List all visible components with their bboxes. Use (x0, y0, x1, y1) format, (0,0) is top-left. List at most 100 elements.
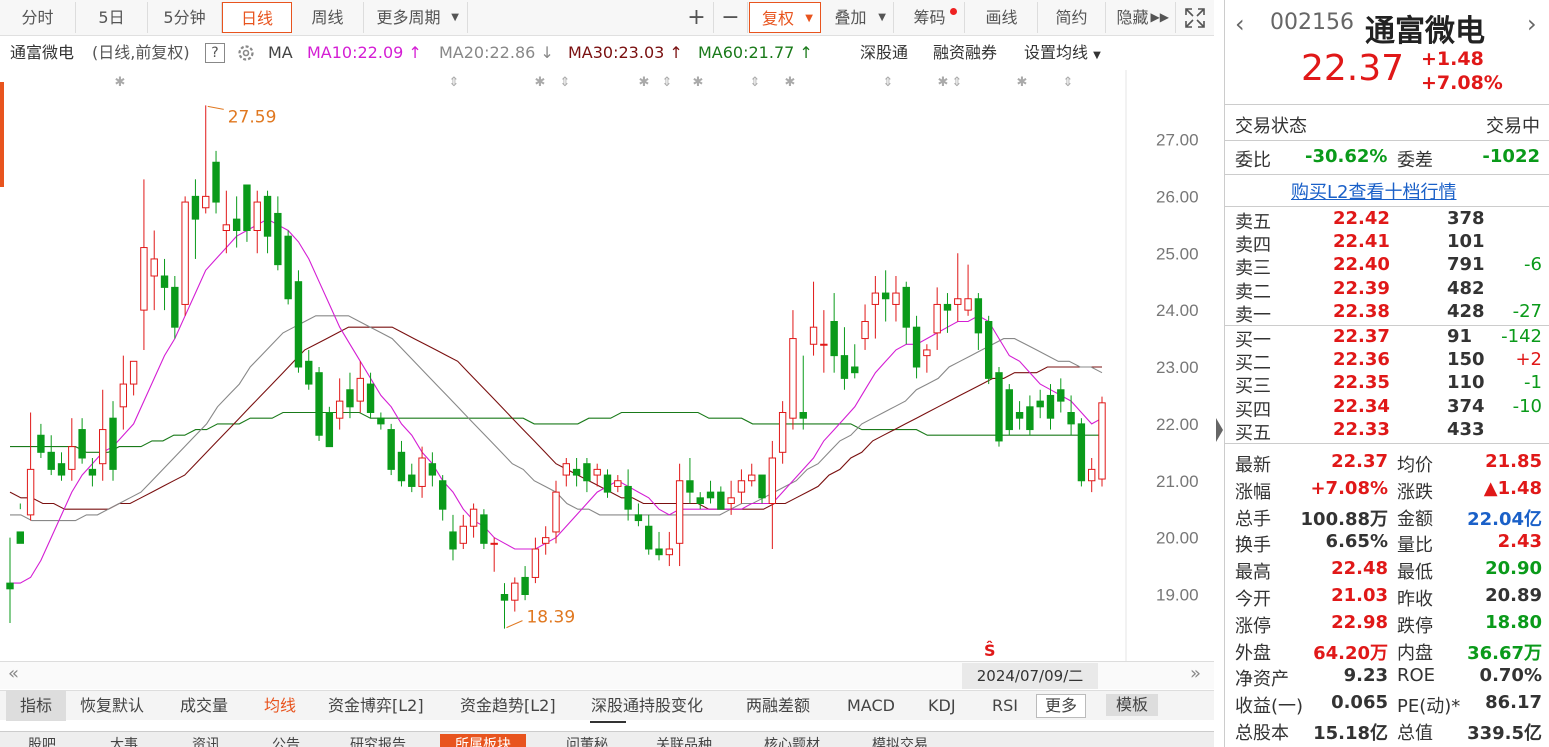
candle-body (881, 292, 890, 300)
chip-button[interactable]: 筹码 (895, 2, 965, 33)
tab-indicator[interactable]: 指标 (6, 691, 67, 721)
candle (408, 463, 416, 493)
overlay-dropdown[interactable]: 叠加 ▼ (822, 2, 894, 33)
candle-body (737, 480, 746, 493)
tab-5day[interactable]: 5日 (76, 2, 148, 33)
tab-hk-holding[interactable]: 深股通持股变化 (591, 691, 703, 721)
tab-sim-trade[interactable]: 模拟交易 (872, 734, 928, 747)
candle-body (305, 360, 313, 385)
prev-stock-icon[interactable]: ‹ (1235, 10, 1245, 38)
candle (274, 196, 282, 271)
candle-body (614, 480, 622, 487)
tab-research[interactable]: 研究报告 (350, 734, 406, 747)
candle-body (1036, 400, 1044, 408)
tab-volume[interactable]: 成交量 (180, 691, 228, 721)
zoom-in-button[interactable]: + (680, 2, 714, 33)
arrow-up-icon: ↑ (799, 43, 813, 62)
stat-label: 量比 (1397, 535, 1433, 557)
candle-body (902, 286, 910, 328)
candle-body (500, 594, 509, 601)
tab-kdj[interactable]: KDJ (928, 691, 956, 721)
panel-resize-handle[interactable] (590, 721, 626, 731)
candle (531, 537, 540, 584)
candle (830, 293, 838, 373)
tab-macd[interactable]: MACD (847, 691, 895, 721)
candle (490, 537, 498, 572)
link-margin[interactable]: 融资融券 (933, 38, 997, 68)
ma-label[interactable]: MA (268, 38, 293, 68)
tab-intraday[interactable]: 分时 (0, 2, 76, 33)
tab-events[interactable]: 大事 (110, 734, 138, 747)
ma20-value: MA20:22.86 ↓ (439, 38, 554, 68)
zoom-out-button[interactable]: − (714, 2, 748, 33)
candle-body (356, 377, 364, 402)
tab-announcement[interactable]: 公告 (272, 734, 300, 747)
link-hk-connect[interactable]: 深股通 (860, 38, 908, 68)
tab-daily[interactable]: 日线 (222, 2, 292, 33)
tab-fund-game[interactable]: 资金博弈[L2] (328, 691, 424, 721)
level-price: 22.37 (1333, 326, 1390, 347)
buy-l2-link[interactable]: 购买L2查看十档行情 (1291, 178, 1456, 204)
tab-5min[interactable]: 5分钟 (148, 2, 222, 33)
candle (912, 315, 921, 379)
level-price: 22.38 (1333, 300, 1390, 322)
simple-mode-button[interactable]: 简约 (1038, 2, 1106, 33)
tab-related[interactable]: 关联品种 (656, 734, 712, 747)
candle (892, 276, 900, 322)
candle-body (418, 457, 426, 487)
dividend-marker-icon: Ŝ (984, 641, 996, 660)
candle (717, 486, 725, 510)
kline-chart[interactable]: ✱ ⇕ ✱ ⇕ ✱ ⇕ ✱ ⇕ ✱ ⇕ ✱ ⇕ ✱ ⇕ 27.0026.0025.0024.0023.00… (0, 70, 1214, 661)
y-tick-label: 19.00 (1156, 586, 1199, 605)
tab-core-topic[interactable]: 核心题材 (764, 734, 820, 747)
fullscreen-icon (1185, 8, 1205, 28)
dropdown-arrow-icon: ▼ (1093, 50, 1101, 61)
event-marker-icon: ⇕ (449, 75, 460, 90)
divider (1225, 443, 1549, 444)
scroll-right-icon[interactable]: » (1190, 663, 1201, 684)
scroll-left-icon[interactable]: « (8, 663, 19, 684)
next-stock-icon[interactable]: › (1527, 10, 1537, 38)
stat-label: 涨停 (1235, 615, 1271, 637)
candle (160, 258, 169, 311)
tab-sector[interactable]: 所属板块 (440, 734, 526, 747)
tab-rsi[interactable]: RSI (992, 691, 1018, 721)
tab-restore-default[interactable]: 恢复默认 (80, 691, 144, 721)
arrow-up-icon: ↑ (669, 43, 683, 62)
level-label: 卖三 (1235, 258, 1271, 280)
level-volume: 91 (1447, 326, 1473, 347)
tab-ma[interactable]: 均线 (264, 691, 296, 721)
draw-line-button[interactable]: 画线 (966, 2, 1038, 33)
candle (881, 270, 890, 322)
dropdown-arrow-icon: ▼ (451, 12, 459, 23)
stat-value: 100.88万 (1300, 508, 1388, 530)
candle-body (160, 275, 169, 288)
tab-more-periods[interactable]: 更多周期 ▼ (364, 2, 468, 33)
candle-body (511, 582, 519, 601)
adjust-dropdown[interactable]: 复权 ▼ (749, 2, 821, 33)
level-label: 买三 (1235, 376, 1271, 398)
tab-margin-diff[interactable]: 两融差额 (746, 691, 810, 721)
dropdown-arrow-icon: ▼ (805, 13, 813, 24)
candle (212, 150, 220, 214)
help-icon[interactable]: ? (205, 43, 225, 63)
tab-weekly[interactable]: 周线 (292, 2, 364, 33)
candle (748, 463, 756, 487)
candle-body (758, 474, 766, 499)
tab-template[interactable]: 模板 (1106, 694, 1159, 716)
candle-body (57, 463, 66, 476)
stat-label: 金额 (1397, 508, 1433, 530)
level-volume: 374 (1447, 395, 1485, 417)
tab-ask-secretary[interactable]: 问董秘 (566, 734, 608, 747)
tab-guba[interactable]: 股吧 (28, 734, 56, 747)
candle-body (603, 474, 612, 493)
candle (1098, 396, 1106, 487)
tab-more[interactable]: 更多 (1036, 694, 1087, 718)
collapse-panel-button[interactable] (1214, 400, 1224, 460)
tab-fund-trend[interactable]: 资金趋势[L2] (460, 691, 556, 721)
set-ma-dropdown[interactable]: 设置均线 ▼ (1024, 38, 1101, 71)
hide-button[interactable]: 隐藏 ▶▶ (1106, 2, 1176, 33)
fullscreen-button[interactable] (1178, 2, 1212, 33)
tab-news[interactable]: 资讯 (192, 734, 220, 747)
stat-label: 涨幅 (1235, 481, 1271, 503)
